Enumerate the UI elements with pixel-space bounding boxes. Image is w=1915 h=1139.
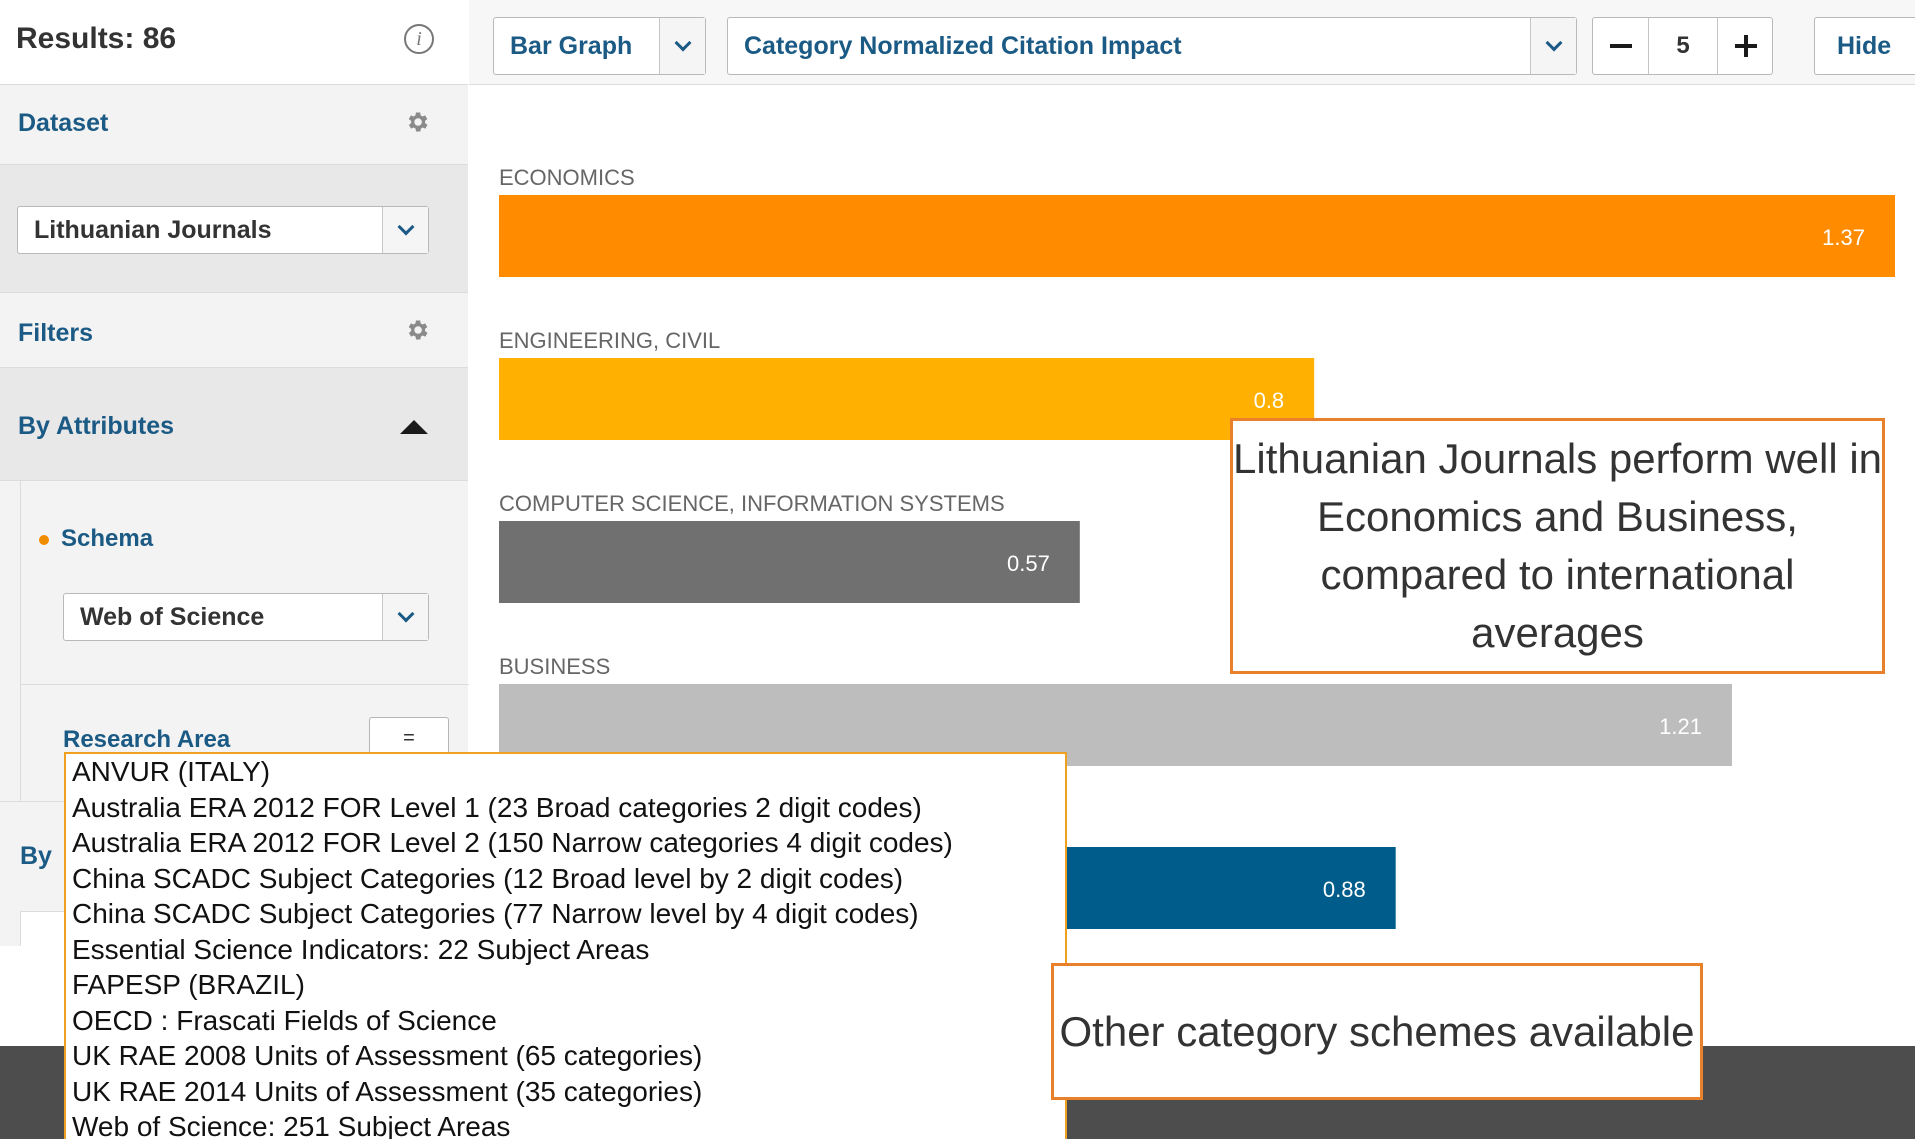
schema-option[interactable]: Web of Science: 251 Subject Areas xyxy=(66,1109,1065,1139)
divider xyxy=(21,684,469,685)
dataset-title: Dataset xyxy=(18,109,109,137)
schema-select[interactable]: Web of Science xyxy=(63,593,429,641)
by-attributes-header[interactable]: By Attributes xyxy=(0,368,468,481)
indicator-toggle[interactable] xyxy=(1530,18,1576,74)
schema-options-list: ANVUR (ITALY) Australia ERA 2012 FOR Leve… xyxy=(64,752,1067,1139)
category-label: ENGINEERING, CIVIL xyxy=(499,328,720,353)
schema-option[interactable]: UK RAE 2014 Units of Assessment (35 cate… xyxy=(66,1074,1065,1110)
count-value[interactable]: 5 xyxy=(1649,18,1717,74)
filters-title: Filters xyxy=(18,319,94,347)
schema-label-text: Schema xyxy=(61,525,154,552)
bar[interactable] xyxy=(499,521,1080,603)
minus-icon[interactable] xyxy=(1593,18,1649,74)
schema-select-value: Web of Science xyxy=(80,602,265,631)
indicator-select[interactable]: Category Normalized Citation Impact xyxy=(727,17,1577,75)
collapse-triangle-icon[interactable] xyxy=(400,420,428,434)
dataset-section-header: Dataset xyxy=(0,85,468,165)
info-icon[interactable]: i xyxy=(404,24,434,54)
results-count: Results: 86 xyxy=(16,22,177,55)
results-header: Results: 86 i xyxy=(0,0,468,85)
bar[interactable] xyxy=(499,358,1315,440)
chevron-down-icon xyxy=(674,34,691,52)
indicator-value: Category Normalized Citation Impact xyxy=(744,31,1182,60)
schema-option[interactable]: Essential Science Indicators: 22 Subject… xyxy=(66,932,1065,968)
gear-icon[interactable] xyxy=(404,109,430,135)
schema-option[interactable]: ANVUR (ITALY) xyxy=(66,754,1065,790)
category-label: BUSINESS xyxy=(499,654,610,679)
performance-callout: Lithuanian Journals perform well in Econ… xyxy=(1230,418,1885,674)
chevron-down-icon xyxy=(1545,34,1562,52)
chart-type-select[interactable]: Bar Graph xyxy=(493,17,706,75)
category-label: COMPUTER SCIENCE, INFORMATION SYSTEMS xyxy=(499,491,1005,516)
dataset-section-body: Lithuanian Journals xyxy=(0,165,468,293)
bar-value-label: 1.21 xyxy=(1659,714,1702,739)
dataset-select-toggle[interactable] xyxy=(382,207,428,253)
hide-button[interactable]: Hide xyxy=(1814,17,1915,75)
performance-callout-text: Lithuanian Journals perform well in Econ… xyxy=(1233,435,1883,656)
bullet-dot-icon xyxy=(39,534,49,545)
research-area-label[interactable]: Research Area xyxy=(63,726,230,754)
schemes-callout-text: Other category schemes available xyxy=(1059,1007,1695,1055)
chevron-down-icon xyxy=(397,605,414,623)
schemes-callout: Other category schemes available xyxy=(1051,963,1703,1100)
bar-value-label: 0.57 xyxy=(1007,551,1050,576)
category-label: ECONOMICS xyxy=(499,165,635,190)
schema-option[interactable]: China SCADC Subject Categories (77 Narro… xyxy=(66,896,1065,932)
chart-type-toggle[interactable] xyxy=(659,18,705,74)
schema-option[interactable]: UK RAE 2008 Units of Assessment (65 cate… xyxy=(66,1038,1065,1074)
schema-option[interactable]: OECD : Frascati Fields of Science xyxy=(66,1003,1065,1039)
chevron-down-icon xyxy=(397,218,414,236)
bar-value-label: 0.8 xyxy=(1254,388,1285,413)
plus-icon[interactable] xyxy=(1717,18,1773,74)
by-attributes-title: By Attributes xyxy=(18,412,175,440)
bar-value-label: 1.37 xyxy=(1822,225,1865,250)
schema-option[interactable]: China SCADC Subject Categories (12 Broad… xyxy=(66,861,1065,897)
dataset-select[interactable]: Lithuanian Journals xyxy=(17,206,429,254)
schema-select-toggle[interactable] xyxy=(382,594,428,640)
gear-icon[interactable] xyxy=(404,317,430,343)
filters-section-header: Filters xyxy=(0,293,468,368)
bar-value-label: 0.88 xyxy=(1323,877,1366,902)
schema-option[interactable]: Australia ERA 2012 FOR Level 2 (150 Narr… xyxy=(66,825,1065,861)
by-section-title: By xyxy=(20,842,52,870)
schema-label: Schema xyxy=(39,525,153,553)
bar[interactable] xyxy=(499,195,1895,277)
count-stepper: 5 xyxy=(1592,17,1773,75)
schema-option[interactable]: Australia ERA 2012 FOR Level 1 (23 Broad… xyxy=(66,790,1065,826)
dataset-select-value: Lithuanian Journals xyxy=(34,215,272,244)
schema-option[interactable]: FAPESP (BRAZIL) xyxy=(66,967,1065,1003)
chart-type-value: Bar Graph xyxy=(510,31,633,60)
